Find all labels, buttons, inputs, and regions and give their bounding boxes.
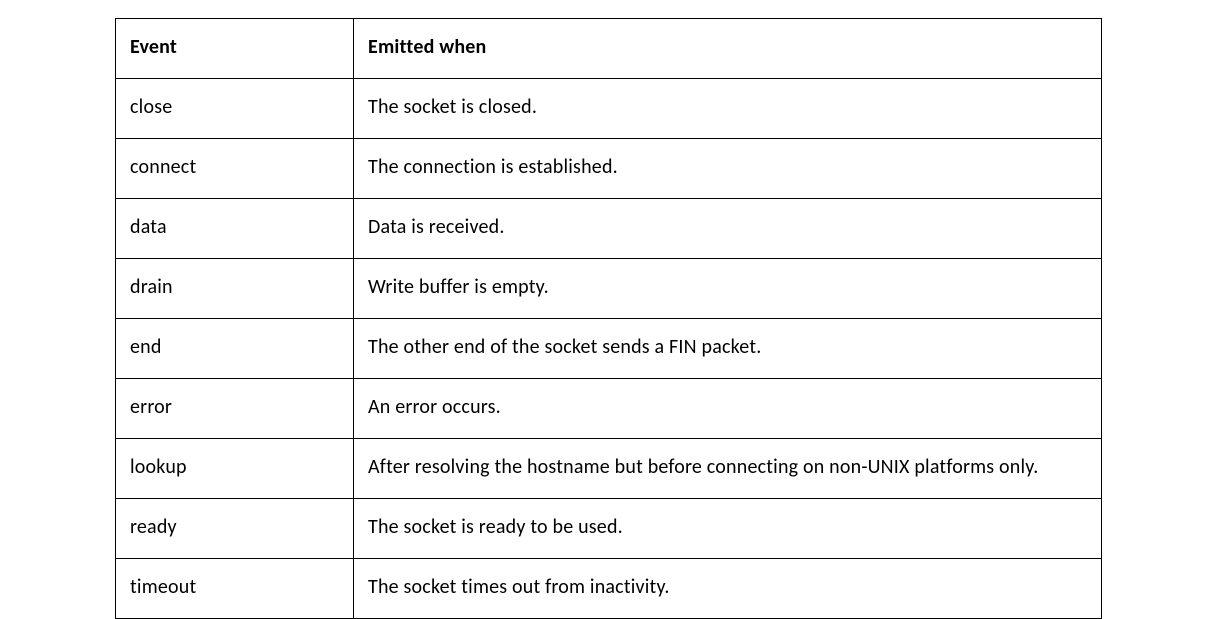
cell-desc: The connection is established.: [354, 139, 1102, 199]
table-row: timeout The socket times out from inacti…: [116, 559, 1102, 619]
cell-desc: Data is received.: [354, 199, 1102, 259]
cell-desc: The other end of the socket sends a FIN …: [354, 319, 1102, 379]
cell-event: connect: [116, 139, 354, 199]
table-row: error An error occurs.: [116, 379, 1102, 439]
cell-desc: The socket is closed.: [354, 79, 1102, 139]
cell-event: lookup: [116, 439, 354, 499]
cell-event: timeout: [116, 559, 354, 619]
table-row: ready The socket is ready to be used.: [116, 499, 1102, 559]
cell-desc: The socket times out from inactivity.: [354, 559, 1102, 619]
cell-desc: Write buffer is empty.: [354, 259, 1102, 319]
cell-event: data: [116, 199, 354, 259]
cell-event: ready: [116, 499, 354, 559]
cell-desc: An error occurs.: [354, 379, 1102, 439]
table-row: drain Write buffer is empty.: [116, 259, 1102, 319]
table-header-row: Event Emitted when: [116, 19, 1102, 79]
cell-event: close: [116, 79, 354, 139]
header-emitted-when: Emitted when: [354, 19, 1102, 79]
table-row: data Data is received.: [116, 199, 1102, 259]
cell-desc: After resolving the hostname but before …: [354, 439, 1102, 499]
socket-events-table: Event Emitted when close The socket is c…: [115, 18, 1102, 619]
cell-event: drain: [116, 259, 354, 319]
header-event: Event: [116, 19, 354, 79]
table-row: close The socket is closed.: [116, 79, 1102, 139]
table-row: connect The connection is established.: [116, 139, 1102, 199]
cell-desc: The socket is ready to be used.: [354, 499, 1102, 559]
cell-event: error: [116, 379, 354, 439]
table-row: lookup After resolving the hostname but …: [116, 439, 1102, 499]
cell-event: end: [116, 319, 354, 379]
table-row: end The other end of the socket sends a …: [116, 319, 1102, 379]
